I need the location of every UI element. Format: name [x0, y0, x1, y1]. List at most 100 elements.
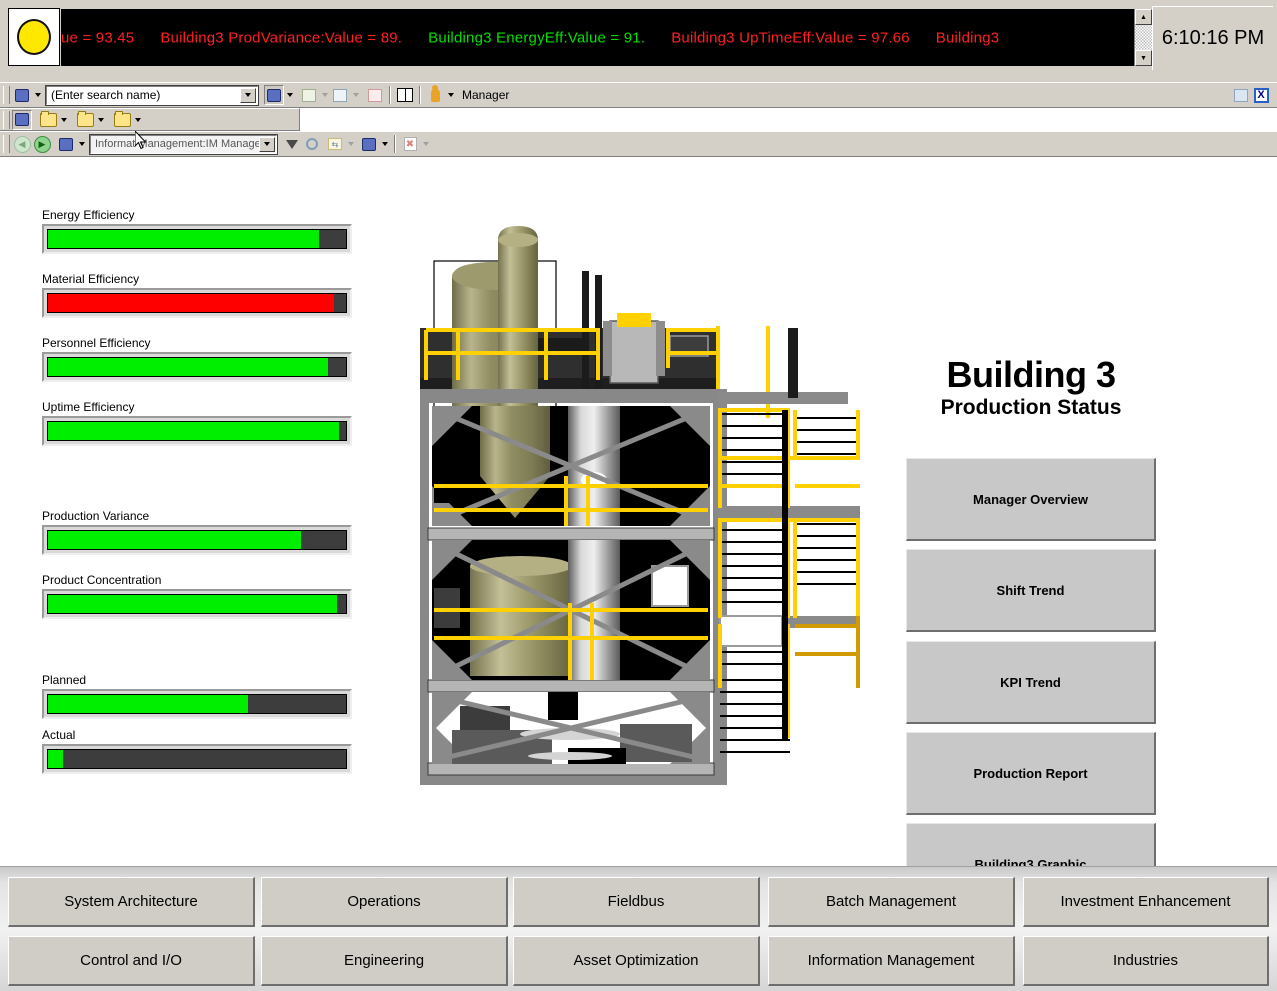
- display-icon[interactable]: [12, 85, 32, 105]
- display-mode-icon[interactable]: [264, 85, 284, 105]
- clock-panel: 6:10:16 PM: [1152, 6, 1273, 70]
- pin-icon[interactable]: [302, 134, 322, 154]
- display-dropdown-caret[interactable]: [32, 86, 43, 104]
- refresh-icon[interactable]: ⇆: [325, 134, 345, 154]
- toolbar-navigation: ◀ ▶ Informat Management:IM Manage ⇆ ✖: [0, 131, 1277, 157]
- ticker-scroll-track[interactable]: [1135, 25, 1152, 50]
- bottom-nav-button-control-and-i-o[interactable]: Control and I/O: [8, 936, 255, 986]
- display-icon[interactable]: [56, 134, 76, 154]
- bottom-nav-button-operations[interactable]: Operations: [261, 877, 508, 927]
- display-caret[interactable]: [379, 135, 390, 153]
- close-icon[interactable]: X: [1251, 85, 1271, 105]
- display-icon[interactable]: [12, 109, 32, 130]
- ticker-scroll-down-button[interactable]: ▼: [1135, 50, 1152, 66]
- address-dropdown-button[interactable]: [259, 136, 275, 152]
- bottom-nav-button-label: Control and I/O: [80, 952, 182, 969]
- folder-dropdown-caret[interactable]: [95, 111, 106, 129]
- kpi-progress-bar: [42, 224, 352, 254]
- page-title: Building 3: [946, 354, 1117, 395]
- search-input[interactable]: (Enter search name): [45, 84, 259, 106]
- bottom-nav-button-label: Batch Management: [825, 893, 957, 910]
- search-dropdown-button[interactable]: [240, 87, 256, 103]
- bottom-nav-button-industries[interactable]: Industries: [1023, 936, 1269, 986]
- bottom-nav-button-information-management[interactable]: Information Management: [768, 936, 1015, 986]
- kpi-progress-track: [47, 229, 347, 249]
- bottom-nav-button-label: Investment Enhancement: [1060, 893, 1231, 910]
- bottom-nav-button-batch-management[interactable]: Batch Management: [768, 877, 1015, 927]
- display-mode-caret[interactable]: [284, 86, 295, 104]
- nav-button-kpi-trend[interactable]: KPI Trend: [906, 641, 1156, 724]
- alarm-ticker-text: ue = 93.45 Building3 ProdVariance:Value =…: [61, 29, 1025, 46]
- bottom-nav-button-investment-enhancement[interactable]: Investment Enhancement: [1023, 877, 1269, 927]
- bottom-nav-button-fieldbus[interactable]: Fieldbus: [513, 877, 760, 927]
- kpi-progress-bar: [42, 525, 352, 555]
- user-account-caret[interactable]: [445, 86, 456, 104]
- folder-dropdown-caret[interactable]: [132, 111, 143, 129]
- trend-chart-icon[interactable]: [330, 85, 350, 105]
- kpi-progress-bar: [42, 416, 352, 446]
- back-icon[interactable]: ◀: [12, 134, 32, 154]
- kpi-label: Product Concentration: [42, 573, 162, 587]
- nav-button-label: Shift Trend: [996, 582, 1065, 598]
- document-caret[interactable]: [420, 135, 431, 153]
- kpi-label: Energy Efficiency: [42, 208, 135, 222]
- toolbar-grip[interactable]: [3, 110, 10, 129]
- download-icon[interactable]: [282, 134, 302, 154]
- clock-time: 6:10:16 PM: [1161, 27, 1265, 49]
- kpi-label: Planned: [42, 673, 87, 687]
- split-pane-icon[interactable]: [395, 85, 415, 105]
- alarm-ticker-band[interactable]: ue = 93.45 Building3 ProdVariance:Value =…: [61, 9, 1134, 66]
- ticker-message: Building3 EnergyEff:Value = 91.: [428, 29, 646, 46]
- toolbar-primary: (Enter search name) Manager X: [0, 82, 1277, 108]
- folder-icon[interactable]: [38, 110, 58, 130]
- kpi-progress-track: [47, 530, 347, 550]
- ticker-scroll-up-button[interactable]: ▲: [1135, 9, 1152, 25]
- grid-view-caret[interactable]: [319, 86, 330, 104]
- kpi-progress-track: [47, 594, 347, 614]
- toolbar-separator: [419, 86, 421, 104]
- refresh-caret[interactable]: [345, 135, 356, 153]
- nav-button-label: Manager Overview: [973, 491, 1088, 507]
- nav-button-label: Production Report: [973, 765, 1088, 781]
- folder-icon[interactable]: [112, 110, 132, 130]
- search-input-value: (Enter search name): [51, 88, 161, 102]
- address-input[interactable]: Informat Management:IM Manage: [89, 133, 278, 155]
- kpi-progress-bar: [42, 589, 352, 619]
- trend-chart-caret[interactable]: [350, 86, 361, 104]
- display-icon[interactable]: [359, 134, 379, 154]
- nav-button-production-report[interactable]: Production Report: [906, 732, 1156, 815]
- kpi-progress-fill: [48, 230, 320, 248]
- bottom-nav-button-asset-optimization[interactable]: Asset Optimization: [513, 936, 760, 986]
- nav-button-shift-trend[interactable]: Shift Trend: [906, 549, 1156, 632]
- nav-button-label: KPI Trend: [1000, 674, 1061, 690]
- restore-pane-icon[interactable]: [1231, 85, 1251, 105]
- kpi-bar-item: Product Concentration: [42, 573, 352, 619]
- close-icon-glyph: X: [1253, 87, 1269, 103]
- table-view-icon[interactable]: [365, 85, 385, 105]
- folder-dropdown-caret[interactable]: [58, 111, 69, 129]
- toolbar-grip[interactable]: [3, 135, 10, 153]
- user-account-icon[interactable]: [425, 84, 445, 105]
- bottom-nav-button-label: Asset Optimization: [573, 952, 699, 969]
- kpi-label: Production Variance: [42, 509, 150, 523]
- nav-button-manager-overview[interactable]: Manager Overview: [906, 458, 1156, 541]
- bottom-nav-button-label: Operations: [347, 893, 421, 910]
- ticker-message: Building3 ProdVariance:Value = 89.: [160, 29, 403, 46]
- forward-icon[interactable]: ▶: [32, 134, 52, 154]
- page-subtitle: Production Status: [940, 395, 1122, 419]
- kpi-progress-fill: [48, 422, 340, 440]
- bottom-nav-button-engineering[interactable]: Engineering: [261, 936, 508, 986]
- display-dropdown-caret[interactable]: [76, 135, 87, 153]
- toolbar-grip[interactable]: [3, 86, 10, 104]
- ticker-scrollbar[interactable]: ▲ ▼: [1134, 9, 1152, 66]
- current-user-label: Manager: [462, 88, 510, 102]
- ticker-message: Building3 UpTimeEff:Value = 97.66: [671, 29, 910, 46]
- page-title-block: Building 3 Production Status: [906, 356, 1156, 420]
- bottom-nav-button-label: Fieldbus: [607, 893, 665, 910]
- folder-icon[interactable]: [75, 110, 95, 130]
- document-icon[interactable]: ✖: [400, 134, 420, 154]
- bottom-nav-button-system-architecture[interactable]: System Architecture: [8, 877, 255, 927]
- kpi-bar-item: Energy Efficiency: [42, 208, 352, 254]
- grid-view-icon[interactable]: [299, 85, 319, 105]
- kpi-progress-fill: [48, 531, 302, 549]
